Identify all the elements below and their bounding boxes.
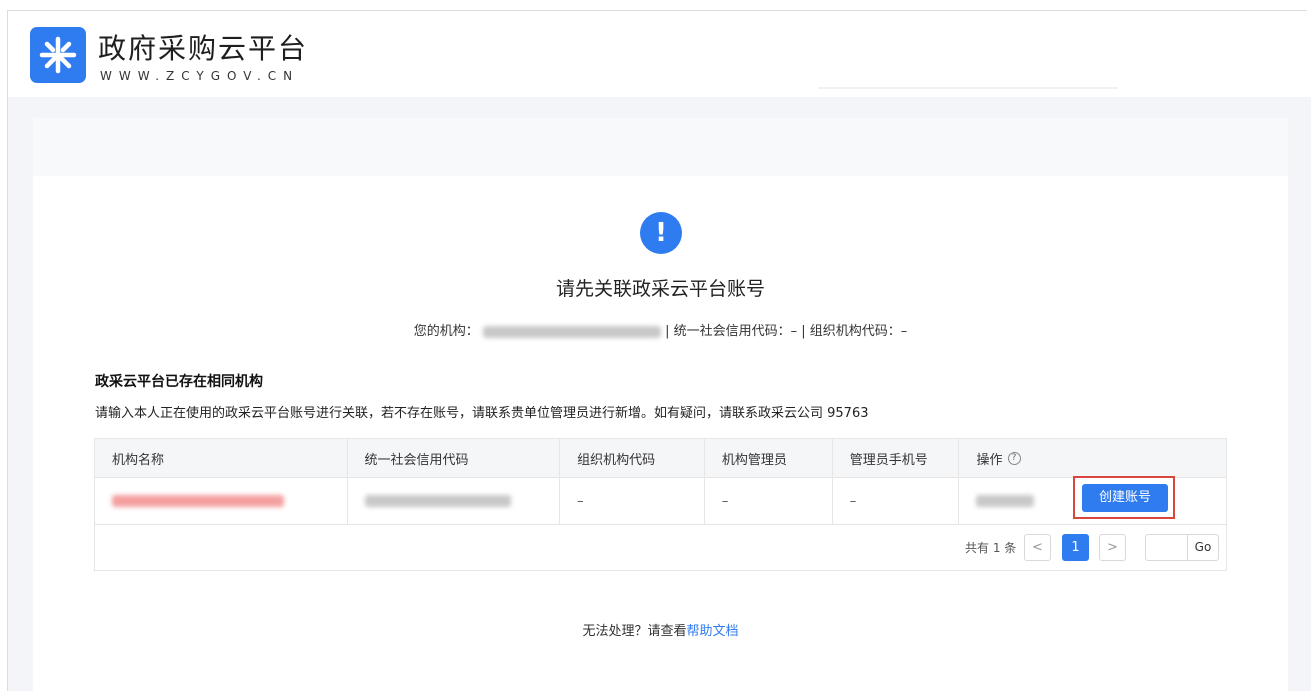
page-1-button[interactable]: 1 xyxy=(1062,534,1089,561)
brand-subtitle: WWW.ZCYGOV.CN xyxy=(100,69,300,83)
section-description: 请输入本人正在使用的政采云平台账号进行关联，若不存在账号，请联系贵单位管理员进行… xyxy=(95,406,869,421)
credit-code-redacted xyxy=(364,495,511,507)
page-title: 请先关联政采云平台账号 xyxy=(555,278,765,300)
credit-code-label: | 统一社会信用代码：– | 组织机构代码：– xyxy=(665,324,908,339)
existing-account-redacted[interactable] xyxy=(976,495,1035,507)
main-card: ! 请先关联政采云平台账号 您的机构： | 统一社会信用代码：– | 组织机构代… xyxy=(33,118,1288,691)
create-account-highlight: 创建账号 xyxy=(1073,476,1175,519)
org-label: 您的机构： xyxy=(413,324,479,339)
footer-help: 无法处理？请查看帮助文档 xyxy=(33,620,1288,639)
column-header: 机构名称 xyxy=(95,439,348,477)
create-account-button[interactable]: 创建账号 xyxy=(1082,484,1168,512)
table-row: – – – xyxy=(95,478,1226,525)
org-table: 机构名称 统一社会信用代码 组织机构代码 机构管理员 管理员手机号 操作 ? –… xyxy=(94,438,1227,571)
table-header: 机构名称 统一社会信用代码 组织机构代码 机构管理员 管理员手机号 操作 ? xyxy=(95,439,1226,478)
column-header-label: 操作 xyxy=(976,452,1003,468)
header-divider xyxy=(818,87,1118,89)
org-code-cell: – xyxy=(560,478,705,524)
pagination: 共有 1 条 < 1 > Go xyxy=(95,525,1226,570)
footer-help-prefix: 无法处理？请查看 xyxy=(582,624,687,639)
column-header: 机构管理员 xyxy=(705,439,833,477)
org-name-cell xyxy=(95,478,348,524)
admin-cell: – xyxy=(705,478,833,524)
exclamation-icon: ! xyxy=(640,212,682,254)
column-header-action: 操作 ? xyxy=(959,439,1226,477)
section-title: 政采云平台已存在相同机构 xyxy=(95,374,263,390)
credit-code-cell xyxy=(348,478,561,524)
brand-title: 政府采购云平台 xyxy=(98,32,309,65)
column-header: 统一社会信用代码 xyxy=(348,439,561,477)
column-header: 管理员手机号 xyxy=(833,439,960,477)
admin-phone-cell: – xyxy=(833,478,960,524)
prev-page-button[interactable]: < xyxy=(1024,534,1051,561)
card-top-band xyxy=(33,118,1288,176)
org-name-redacted xyxy=(112,495,284,507)
column-header: 组织机构代码 xyxy=(560,439,705,477)
help-icon[interactable]: ? xyxy=(1007,451,1021,465)
page-jump-input[interactable] xyxy=(1145,534,1187,561)
org-name-redacted xyxy=(482,325,661,338)
org-info-line: 您的机构： | 统一社会信用代码：– | 组织机构代码：– xyxy=(33,320,1288,339)
help-doc-link[interactable]: 帮助文档 xyxy=(687,624,739,639)
header: 政府采购云平台 WWW.ZCYGOV.CN xyxy=(8,11,1307,97)
pagination-total: 共有 1 条 xyxy=(965,541,1017,555)
logo-icon xyxy=(30,27,86,83)
go-button[interactable]: Go xyxy=(1187,534,1219,561)
next-page-button[interactable]: > xyxy=(1099,534,1126,561)
